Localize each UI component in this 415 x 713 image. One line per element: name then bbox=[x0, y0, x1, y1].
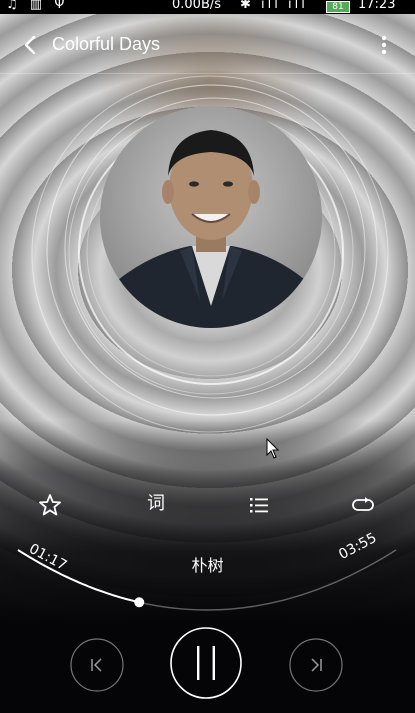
play-pause-button[interactable] bbox=[170, 627, 242, 699]
battery-icon: 81 bbox=[326, 1, 350, 13]
album-art-avatar[interactable] bbox=[100, 106, 322, 328]
previous-button[interactable] bbox=[70, 638, 124, 692]
artist-portrait bbox=[100, 106, 322, 328]
next-icon bbox=[311, 658, 322, 672]
cursor-icon bbox=[266, 438, 280, 459]
song-artist-title: 朴树 bbox=[191, 556, 224, 575]
page-title: Colorful Days bbox=[52, 34, 161, 54]
back-arrow-icon[interactable] bbox=[22, 36, 40, 54]
previous-icon bbox=[91, 658, 102, 672]
network-speed: 0.00B/s bbox=[172, 0, 222, 12]
more-vertical-icon[interactable] bbox=[374, 34, 394, 56]
status-left-icons: ♫ ▥ Ψ bbox=[6, 0, 69, 12]
pause-icon bbox=[197, 646, 215, 680]
title-bar: Colorful Days bbox=[0, 14, 415, 74]
progress-knob[interactable] bbox=[134, 597, 145, 608]
status-bar: ♫ ▥ Ψ 0.00B/s ✱ ıll ıll 81 17:23 bbox=[0, 0, 415, 14]
status-time: 17:23 bbox=[358, 0, 396, 12]
next-button[interactable] bbox=[289, 638, 343, 692]
status-right-icons: ✱ ıll ıll bbox=[240, 0, 308, 12]
